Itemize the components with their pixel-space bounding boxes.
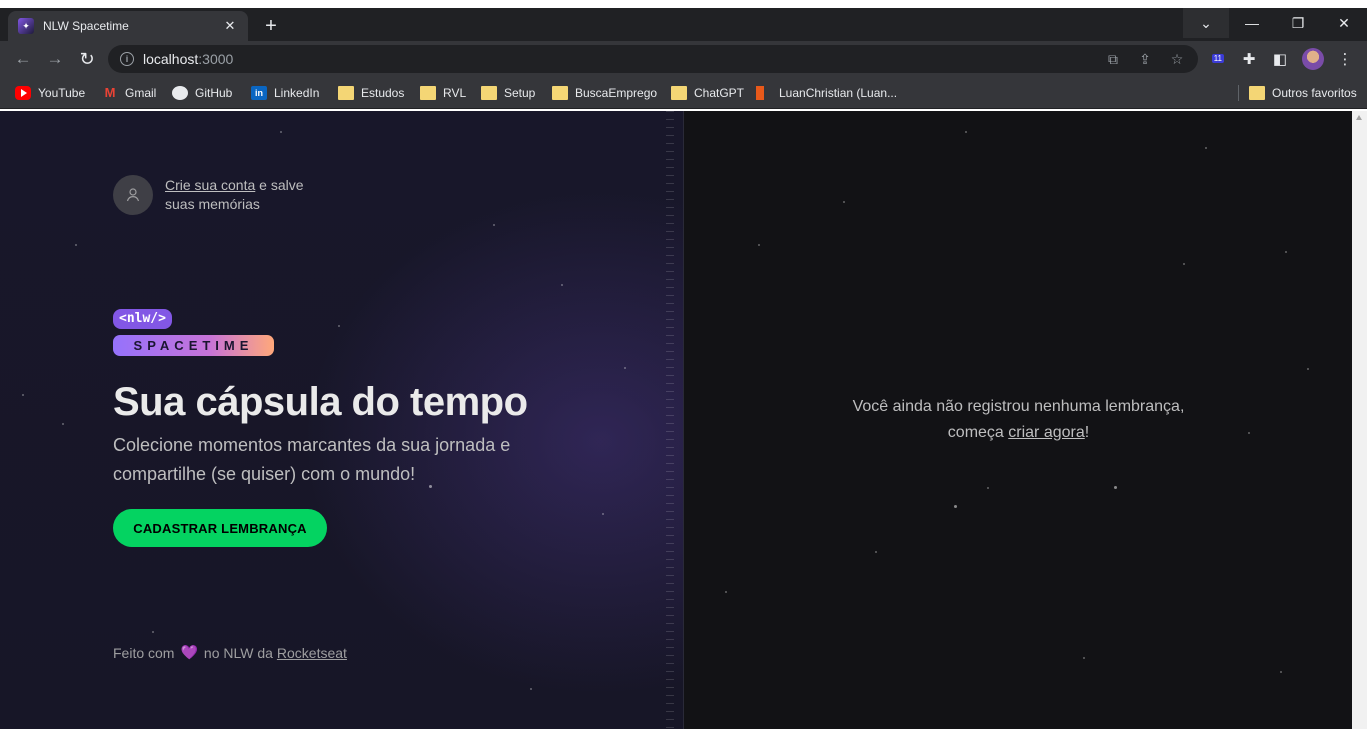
open-in-app-icon[interactable]: ⧉ <box>1103 49 1123 69</box>
extensions-puzzle-icon[interactable]: ✚ <box>1237 47 1261 71</box>
logo-spacetime-badge: SPACETIME <box>113 335 274 356</box>
empty-line2-prefix: começa <box>947 424 1009 441</box>
bookmark-gmail[interactable]: M Gmail <box>102 84 157 102</box>
divider-stripes <box>666 111 674 729</box>
scroll-up-arrow-icon[interactable] <box>1356 115 1362 120</box>
bookmark-label: Gmail <box>125 86 157 100</box>
empty-memories-message: Você ainda não registrou nenhuma lembran… <box>685 394 1352 446</box>
signin-text: Crie sua conta e salve suas memórias <box>165 176 315 214</box>
browser-chrome: ✦ NLW Spacetime ✕ + ⌄ — ❐ ✕ ← → ↻ i loca… <box>0 8 1367 109</box>
register-memory-button[interactable]: CADASTRAR LEMBRANÇA <box>113 509 327 547</box>
back-arrow-icon[interactable]: ← <box>11 47 35 71</box>
folder-icon <box>481 86 497 100</box>
footer-prefix: Feito com <box>113 644 175 661</box>
forward-arrow-icon[interactable]: → <box>43 47 67 71</box>
bookmark-label: Setup <box>504 86 536 100</box>
menu-kebab-icon[interactable]: ⋮ <box>1333 47 1357 71</box>
address-bar[interactable]: i localhost :3000 ⧉ ⇪ ☆ <box>108 45 1198 73</box>
empty-line1: Você ainda não registrou nenhuma lembran… <box>852 398 1185 415</box>
site-info-icon[interactable]: i <box>120 52 134 66</box>
bookmark-label: GitHub <box>195 86 233 100</box>
folder-icon <box>552 86 568 100</box>
bookmark-label: YouTube <box>38 86 86 100</box>
youtube-icon <box>15 86 31 100</box>
logo-nlw-badge: <nlw/> <box>113 309 172 329</box>
bookmark-label: RVL <box>443 86 467 100</box>
toolbar: ← → ↻ i localhost :3000 ⧉ ⇪ ☆ 11 ✚ ◧ ⋮ <box>0 41 1367 77</box>
gmail-icon: M <box>104 85 116 100</box>
url-port: :3000 <box>198 51 234 67</box>
bookmark-buscaemprego[interactable]: BuscaEmprego <box>552 84 657 102</box>
signin-block[interactable]: Crie sua conta e salve suas memórias <box>113 175 315 215</box>
side-panel-icon[interactable]: ◧ <box>1268 47 1292 71</box>
empty-suffix: ! <box>1084 424 1090 441</box>
signin-text-line2: suas memórias <box>165 196 260 212</box>
extension-badge-count: 11 <box>1211 54 1224 63</box>
bookmark-star-icon[interactable]: ☆ <box>1167 49 1187 69</box>
bookmark-luanchristian[interactable]: LuanChristian (Luan... <box>756 84 897 102</box>
tab-strip: ✦ NLW Spacetime ✕ + ⌄ — ❐ ✕ <box>0 8 1367 41</box>
right-panel: Você ainda não registrou nenhuma lembran… <box>685 111 1352 729</box>
tab-title: NLW Spacetime <box>43 19 129 33</box>
bookmark-label: LuanChristian (Luan... <box>779 86 898 100</box>
bookmark-label: LinkedIn <box>274 86 320 100</box>
left-panel: Crie sua conta e salve suas memórias <nl… <box>0 111 684 729</box>
minimize-icon[interactable]: — <box>1229 8 1275 38</box>
footer-middle: no NLW da <box>203 644 273 661</box>
rocketseat-link[interactable]: Rocketseat <box>277 645 347 661</box>
bookmark-setup[interactable]: Setup <box>481 84 535 102</box>
nlw-favicon-icon: ✦ <box>18 18 34 34</box>
extension-badge-icon[interactable]: 11 <box>1208 47 1232 71</box>
create-account-link[interactable]: Crie sua conta <box>165 177 255 193</box>
bookmark-rvl[interactable]: RVL <box>420 84 466 102</box>
bookmark-github[interactable]: GitHub <box>172 84 232 102</box>
bookmark-label: BuscaEmprego <box>575 86 658 100</box>
page-footer: Feito com 💜 no NLW da Rocketseat <box>113 644 347 661</box>
profile-avatar[interactable] <box>1301 47 1325 71</box>
page-lead: Colecione momentos marcantes da sua jorn… <box>113 435 511 484</box>
tab-search-chevron-icon[interactable]: ⌄ <box>1183 8 1229 38</box>
signin-text-after: e salve <box>255 177 304 193</box>
restore-icon[interactable]: ❐ <box>1275 8 1321 38</box>
page-content: Crie sua conta e salve suas memórias <nl… <box>0 111 1367 729</box>
folder-icon <box>671 86 687 100</box>
url-host: localhost <box>143 51 199 67</box>
github-icon <box>172 86 188 100</box>
close-tab-icon[interactable]: ✕ <box>222 18 238 34</box>
user-avatar-icon[interactable] <box>113 175 153 215</box>
tab-nlw-spacetime[interactable]: ✦ NLW Spacetime ✕ <box>8 11 248 41</box>
bookmark-chatgpt[interactable]: ChatGPT <box>671 84 744 102</box>
bookmark-label: ChatGPT <box>694 86 745 100</box>
share-icon[interactable]: ⇪ <box>1135 49 1155 69</box>
bookmark-other-favorites[interactable]: Outros favoritos <box>1249 84 1357 102</box>
bookmark-estudos[interactable]: Estudos <box>338 84 404 102</box>
bookmark-youtube[interactable]: YouTube <box>15 84 85 102</box>
folder-icon <box>420 86 436 100</box>
purple-heart-icon: 💜 <box>180 644 198 660</box>
folder-icon <box>1249 86 1265 100</box>
page-headline: Sua cápsula do tempo <box>113 380 528 424</box>
close-window-icon[interactable]: ✕ <box>1321 8 1367 38</box>
page-scrollbar[interactable] <box>1352 111 1367 729</box>
folder-icon <box>338 86 354 100</box>
reload-icon[interactable]: ↻ <box>75 47 99 71</box>
luanchristian-icon <box>756 86 772 100</box>
bookmark-label: Outros favoritos <box>1272 86 1357 100</box>
linkedin-icon: in <box>251 86 267 100</box>
create-now-link[interactable]: criar agora <box>1008 424 1084 441</box>
bookmarks-divider <box>1238 85 1239 101</box>
bookmark-label: Estudos <box>361 86 405 100</box>
nlw-spacetime-logo: <nlw/> SPACETIME <box>113 309 274 356</box>
bookmark-linkedin[interactable]: in LinkedIn <box>251 84 319 102</box>
bookmarks-bar: YouTube M Gmail GitHub in LinkedIn Estudos… <box>0 77 1367 109</box>
new-tab-button[interactable]: + <box>258 13 284 39</box>
